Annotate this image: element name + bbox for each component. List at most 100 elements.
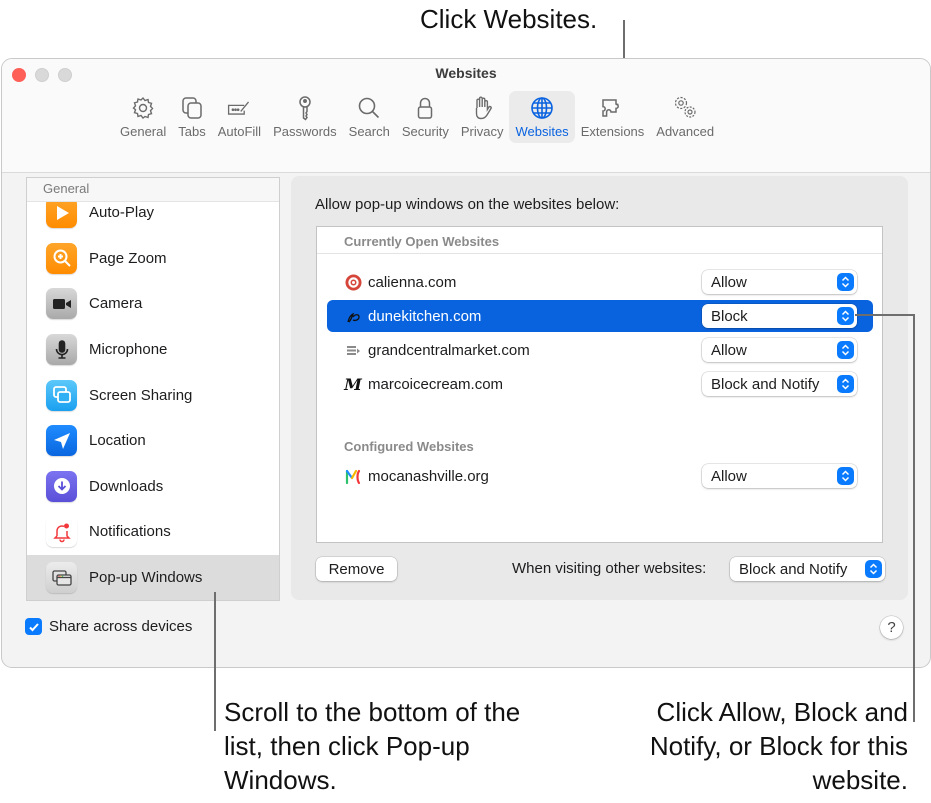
sidebar-item-label: Camera (89, 295, 143, 313)
sidebar-item-label: Pop-up Windows (89, 569, 203, 587)
tab-label: Privacy (460, 124, 504, 139)
puzzle-icon (602, 99, 620, 117)
tab-general[interactable]: General (114, 91, 172, 143)
lock-icon (418, 97, 433, 119)
safari-settings-window: Websites General Tabs AutoFill Passwords… (1, 58, 931, 668)
sidebar-item-location[interactable]: Location (27, 418, 279, 464)
tab-tabs[interactable]: Tabs (172, 91, 211, 143)
sidebar-item-page-zoom[interactable]: Page Zoom (27, 236, 279, 282)
sidebar-section-header: General (27, 178, 279, 202)
globe-icon (531, 97, 553, 119)
screen-sharing-icon (46, 379, 77, 411)
tab-passwords[interactable]: Passwords (267, 91, 343, 143)
websites-table[interactable]: Currently Open Websites calienna.com All… (316, 226, 883, 543)
site-name: calienna.com (368, 273, 457, 291)
sidebar-item-notifications[interactable]: Notifications (27, 509, 279, 555)
hand-icon (475, 96, 492, 120)
section-header-configured: Configured Websites (344, 439, 474, 454)
site-permission-popup[interactable]: Block (702, 304, 857, 328)
marcoicecream-favicon: M (344, 374, 362, 394)
sidebar-item-label: Page Zoom (89, 249, 167, 267)
chevron-up-down-icon (837, 341, 854, 359)
tab-privacy[interactable]: Privacy (455, 91, 510, 143)
tab-advanced[interactable]: Advanced (650, 91, 720, 143)
chevron-up-down-icon (837, 307, 854, 325)
tab-label: AutoFill (217, 124, 262, 139)
chevron-up-down-icon (865, 560, 882, 578)
tab-websites[interactable]: Websites (509, 91, 575, 143)
tab-autofill[interactable]: AutoFill (212, 91, 267, 143)
sidebar-item-camera[interactable]: Camera (27, 281, 279, 327)
sidebar-item-screen-sharing[interactable]: Screen Sharing (27, 372, 279, 418)
panel-heading: Allow pop-up windows on the websites bel… (315, 196, 620, 213)
tab-label: Passwords (273, 124, 337, 139)
tab-label: Advanced (656, 124, 715, 139)
popup-value: Allow (711, 273, 747, 291)
search-icon (358, 97, 380, 119)
site-permission-popup[interactable]: Allow (702, 338, 857, 362)
microphone-icon (46, 334, 77, 366)
chevron-up-down-icon (837, 273, 854, 291)
tab-extensions[interactable]: Extensions (575, 91, 651, 143)
sidebar-list: Auto-Play Page Zoom Camera Microphone Sc… (27, 190, 279, 600)
tab-security[interactable]: Security (396, 91, 455, 143)
site-row-calienna[interactable]: calienna.com Allow (327, 266, 873, 298)
sidebar-item-microphone[interactable]: Microphone (27, 327, 279, 373)
gear-icon (132, 96, 154, 119)
tab-label: Security (401, 124, 449, 139)
key-icon (299, 96, 311, 121)
popup-windows-icon (46, 562, 77, 594)
popup-value: Allow (711, 341, 747, 359)
popup-value: Block and Notify (739, 560, 848, 578)
gears-icon (675, 96, 696, 118)
site-row-marcoicecream[interactable]: M marcoicecream.com Block and Notify (327, 368, 873, 400)
sidebar-item-pop-up-windows[interactable]: Pop-up Windows (27, 554, 279, 600)
help-button[interactable]: ? (880, 616, 903, 639)
notifications-icon (46, 516, 77, 548)
site-row-grandcentralmarket[interactable]: grandcentralmarket.com Allow (327, 334, 873, 366)
section-divider (317, 253, 882, 254)
callout-leader-line-right-v (913, 314, 915, 722)
camera-icon (46, 288, 77, 320)
popup-value: Allow (711, 467, 747, 485)
sidebar-item-label: Downloads (89, 477, 164, 495)
site-permission-popup[interactable]: Block and Notify (702, 372, 857, 396)
tab-label: Extensions (580, 124, 645, 139)
checkbox-checked[interactable] (25, 618, 42, 635)
callout-leader-line-right-h (855, 314, 915, 316)
settings-toolbar: General Tabs AutoFill Passwords Search S… (114, 91, 720, 145)
popup-windows-panel: Allow pop-up windows on the websites bel… (291, 176, 908, 600)
grandcentralmarket-favicon (344, 341, 362, 359)
autofill-icon (228, 101, 250, 115)
popup-value: Block and Notify (711, 375, 820, 393)
sidebar-item-label: Notifications (89, 523, 171, 541)
share-across-devices-label: Share across devices (49, 618, 193, 635)
other-websites-popup[interactable]: Block and Notify (730, 557, 885, 581)
site-row-mocanashville[interactable]: mocanashville.org Allow (327, 460, 873, 492)
window-title: Websites (435, 65, 497, 81)
other-websites-label: When visiting other websites: (512, 560, 707, 577)
remove-button[interactable]: Remove (316, 557, 397, 581)
site-row-dunekitchen[interactable]: dunekitchen.com Block (327, 300, 873, 332)
website-settings-sidebar[interactable]: General Auto-Play Page Zoom Camera Micro… (26, 177, 280, 601)
tab-label: General (120, 124, 167, 139)
callout-leader-line-left (214, 592, 216, 731)
site-permission-popup[interactable]: Allow (702, 464, 857, 488)
downloads-icon (46, 470, 77, 502)
site-permission-popup[interactable]: Allow (702, 270, 857, 294)
tab-label: Tabs (178, 124, 206, 139)
mocanashville-favicon (344, 467, 362, 485)
sidebar-item-label: Microphone (89, 341, 168, 359)
sidebar-item-downloads[interactable]: Downloads (27, 464, 279, 510)
tab-search[interactable]: Search (343, 91, 396, 143)
callout-click-websites: Click Websites. (420, 4, 598, 34)
tabs-icon (182, 97, 202, 119)
share-across-devices-checkbox[interactable]: Share across devices (25, 618, 192, 635)
chevron-up-down-icon (837, 375, 854, 393)
calienna-favicon (344, 273, 362, 291)
site-name: mocanashville.org (368, 467, 489, 485)
sidebar-item-label: Location (89, 432, 146, 450)
site-name: marcoicecream.com (368, 375, 504, 393)
tab-label: Websites (515, 124, 569, 139)
checkmark-icon (28, 622, 39, 631)
